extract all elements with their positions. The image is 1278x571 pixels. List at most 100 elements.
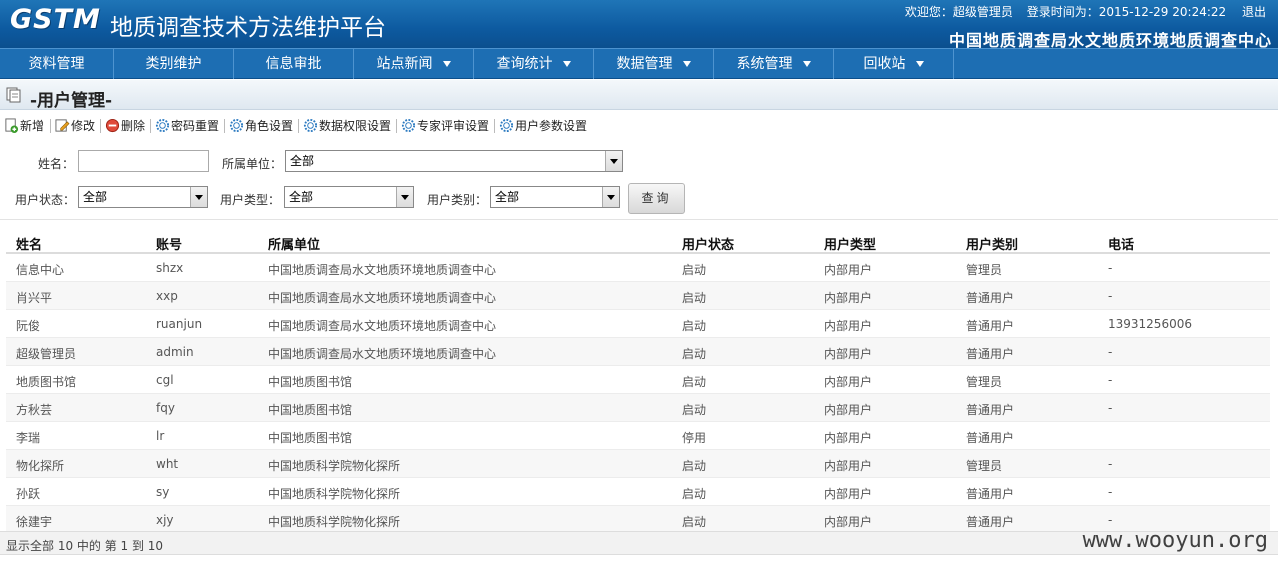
column-header[interactable]: 姓名: [16, 234, 42, 253]
reset-password-button[interactable]: 密码重置: [155, 117, 219, 135]
cell-account: lr: [156, 429, 165, 443]
toolbar-divider: [298, 119, 299, 133]
chevron-down-icon: [915, 61, 924, 67]
nav-item-recycle[interactable]: 回收站: [834, 49, 954, 79]
cell-unit: 中国地质科学院物化探所: [268, 515, 401, 529]
category-label: 用户类别：: [427, 193, 488, 207]
data-permission-button[interactable]: 数据权限设置: [303, 117, 391, 135]
nav-item-data[interactable]: 数据管理: [594, 49, 714, 79]
logout-link[interactable]: 退出: [1242, 5, 1266, 19]
nav-item-approval[interactable]: 信息审批: [234, 49, 354, 79]
query-button[interactable]: 查询: [628, 183, 685, 214]
cell-type: 内部用户: [824, 347, 873, 361]
nav-item-system[interactable]: 系统管理: [714, 49, 834, 79]
role-settings-button[interactable]: 角色设置: [229, 117, 293, 135]
nav-item-label: 站点新闻: [376, 56, 433, 72]
column-header[interactable]: 电话: [1108, 234, 1134, 253]
cell-name: 信息中心: [16, 263, 65, 277]
toolbar-divider: [100, 119, 101, 133]
table-row[interactable]: 信息中心 shzx 中国地质调查局水文地质环境地质调查中心 启动 内部用户 管理员 -: [6, 254, 1270, 282]
table-row[interactable]: 徐建宇 xjy 中国地质科学院物化探所 启动 内部用户 普通用户 -: [6, 506, 1270, 534]
column-header[interactable]: 账号: [156, 234, 182, 253]
cell-account: cgl: [156, 373, 174, 387]
toolbar-divider: [150, 119, 151, 133]
edit-button[interactable]: 修改: [55, 117, 95, 135]
cell-phone: -: [1108, 289, 1113, 303]
cell-phone: -: [1108, 401, 1113, 415]
status-select[interactable]: 全部: [78, 186, 208, 208]
cell-account: fqy: [156, 401, 175, 415]
data-permission-label: 数据权限设置: [319, 119, 392, 133]
chevron-down-icon: [602, 187, 619, 207]
role-settings-label: 角色设置: [245, 119, 294, 133]
cell-category: 普通用户: [966, 319, 1015, 333]
table-row[interactable]: 方秋芸 fqy 中国地质图书馆 启动 内部用户 普通用户 -: [6, 394, 1270, 422]
toolbar-divider: [494, 119, 495, 133]
table-row[interactable]: 阮俊 ruanjun 中国地质调查局水文地质环境地质调查中心 启动 内部用户 普通用户 13…: [6, 310, 1270, 338]
cell-type: 内部用户: [824, 291, 873, 305]
cell-type: 内部用户: [824, 319, 873, 333]
cell-category: 普通用户: [966, 291, 1015, 305]
column-header[interactable]: 所属单位: [268, 234, 320, 253]
column-header[interactable]: 用户类型: [824, 234, 876, 253]
cell-status: 启动: [682, 263, 707, 277]
category-select[interactable]: 全部: [490, 186, 620, 208]
cell-status: 启动: [682, 403, 707, 417]
name-input[interactable]: [78, 150, 209, 172]
table-row[interactable]: 李瑞 lr 中国地质图书馆 停用 内部用户 普通用户: [6, 422, 1270, 450]
cell-name: 方秋芸: [16, 403, 53, 417]
cell-type: 内部用户: [824, 263, 873, 277]
table-row[interactable]: 超级管理员 admin 中国地质调查局水文地质环境地质调查中心 启动 内部用户 普通用户 -: [6, 338, 1270, 366]
search-form: 姓名： 所属单位： 全部 用户状态： 全部 用户类型： 全部 用户类别： 全部 …: [0, 140, 1278, 220]
delete-button[interactable]: 删除: [105, 117, 145, 135]
table-row[interactable]: 肖兴平 xxp 中国地质调查局水文地质环境地质调查中心 启动 内部用户 普通用户 -: [6, 282, 1270, 310]
toolbar: 新增 修改 删除 密码重置 角色设置 数据权限设置 专家评审设置 用户参数设置: [0, 114, 1278, 138]
nav-item-statistics[interactable]: 查询统计: [474, 49, 594, 79]
cell-account: wht: [156, 457, 179, 471]
nav-item-news[interactable]: 站点新闻: [354, 49, 474, 79]
cell-category: 普通用户: [966, 347, 1015, 361]
cell-type: 内部用户: [824, 403, 873, 417]
cell-category: 管理员: [966, 375, 1003, 389]
cell-name: 超级管理员: [16, 347, 77, 361]
table-row[interactable]: 物化探所 wht 中国地质科学院物化探所 启动 内部用户 管理员 -: [6, 450, 1270, 478]
nav-item-category[interactable]: 类别维护: [114, 49, 234, 79]
delete-label: 删除: [121, 119, 146, 133]
add-button[interactable]: 新增: [4, 117, 44, 135]
cell-unit: 中国地质科学院物化探所: [268, 487, 401, 501]
cell-unit: 中国地质调查局水文地质环境地质调查中心: [268, 319, 497, 333]
cell-status: 启动: [682, 375, 707, 389]
type-select-value: 全部: [289, 190, 314, 204]
type-select[interactable]: 全部: [284, 186, 414, 208]
table-row[interactable]: 孙跃 sy 中国地质科学院物化探所 启动 内部用户 普通用户 -: [6, 478, 1270, 506]
table-row[interactable]: 地质图书馆 cgl 中国地质图书馆 启动 内部用户 管理员 -: [6, 366, 1270, 394]
column-header[interactable]: 用户类别: [966, 234, 1018, 253]
cell-name: 李瑞: [16, 431, 41, 445]
app-title: 地质调查技术方法维护平台: [110, 15, 386, 41]
gear-icon: [303, 118, 318, 133]
column-header[interactable]: 用户状态: [682, 234, 734, 253]
unit-select[interactable]: 全部: [285, 150, 623, 172]
cell-status: 启动: [682, 459, 707, 473]
add-icon: [5, 118, 19, 133]
cell-status: 启动: [682, 515, 707, 529]
cell-unit: 中国地质图书馆: [268, 375, 353, 389]
nav-item-materials[interactable]: 资料管理: [0, 49, 114, 79]
toolbar-divider: [50, 119, 51, 133]
cell-phone: -: [1108, 457, 1113, 471]
user-params-button[interactable]: 用户参数设置: [499, 117, 587, 135]
expert-review-label: 专家评审设置: [417, 119, 490, 133]
app-logo: GSTM: [10, 4, 101, 35]
cell-phone: -: [1108, 485, 1113, 499]
cell-phone: -: [1108, 345, 1113, 359]
cell-type: 内部用户: [824, 487, 873, 501]
cell-unit: 中国地质调查局水文地质环境地质调查中心: [268, 263, 497, 277]
cell-category: 普通用户: [966, 431, 1015, 445]
cell-account: ruanjun: [156, 317, 203, 331]
nav-item-label: 资料管理: [28, 56, 85, 72]
cell-status: 启动: [682, 347, 707, 361]
edit-label: 修改: [71, 119, 96, 133]
unit-select-value: 全部: [290, 154, 315, 168]
expert-review-button[interactable]: 专家评审设置: [401, 117, 489, 135]
user-bar: 欢迎您：超级管理员 登录时间为：2015-12-29 20:24:22 退出: [895, 3, 1266, 20]
